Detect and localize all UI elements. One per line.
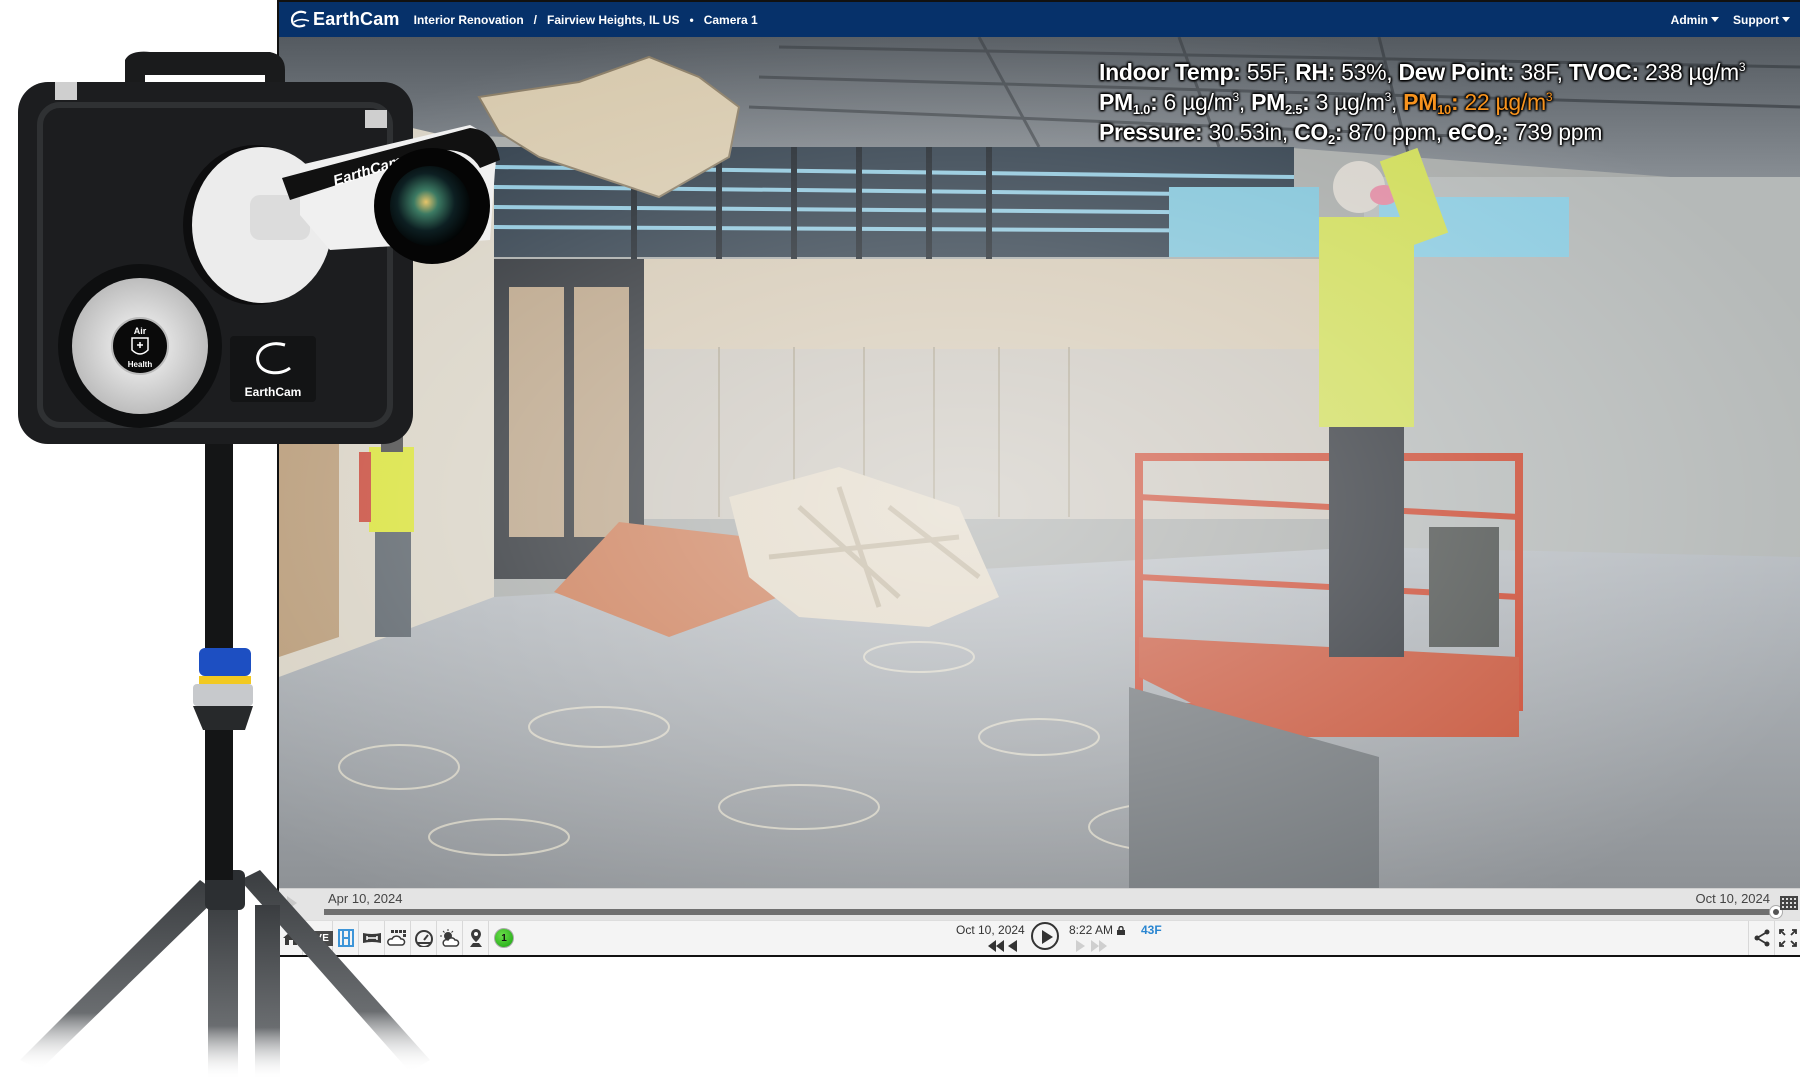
tvoc-value: 238 µg/m bbox=[1638, 59, 1739, 85]
map-pin-icon bbox=[469, 929, 482, 947]
share-icon bbox=[1754, 929, 1769, 947]
air-quality-overlay: Indoor Temp: 55F, RH: 53%, Dew Point: 38… bbox=[1099, 57, 1746, 147]
timeline-end-date: Oct 10, 2024 bbox=[1695, 891, 1770, 906]
tvoc-unit-exponent: 3 bbox=[1738, 60, 1746, 74]
current-time: 8:22 AM bbox=[1069, 923, 1126, 937]
caret-down-icon bbox=[1782, 17, 1790, 22]
pm10-warning-reading: PM10: 22 µg/m3 bbox=[1403, 89, 1553, 117]
panorama-button[interactable] bbox=[359, 921, 385, 955]
current-time-text: 8:22 AM bbox=[1069, 923, 1114, 937]
overlay-line-gases: Pressure: 30.53in, CO2: 870 ppm, eCO2: 7… bbox=[1099, 117, 1745, 147]
breadcrumb: Interior Renovation / Fairview Heights, … bbox=[414, 13, 758, 27]
co2-value: 870 ppm, bbox=[1342, 119, 1448, 145]
calendar-grid-icon[interactable] bbox=[1780, 896, 1798, 910]
dew-point-value: 38F, bbox=[1514, 59, 1569, 85]
dew-point-label: Dew Point: bbox=[1398, 59, 1515, 85]
fast-rewind-icon[interactable] bbox=[988, 940, 1004, 952]
share-button[interactable] bbox=[1748, 921, 1774, 955]
view-mode-toolbar: LIVE 1 bbox=[279, 921, 519, 955]
fullscreen-button[interactable] bbox=[1774, 921, 1800, 955]
air-health-sensor: Air Health bbox=[58, 264, 222, 428]
camera-viewer-window: EarthCam Interior Renovation / Fairview … bbox=[277, 0, 1800, 957]
admin-menu-label: Admin bbox=[1670, 12, 1708, 27]
home-icon bbox=[282, 931, 299, 945]
admin-menu[interactable]: Admin bbox=[1671, 13, 1719, 27]
eco2-label: eCO2: bbox=[1447, 119, 1509, 147]
film-strip-icon bbox=[337, 929, 354, 947]
camera-count-badge: 1 bbox=[494, 928, 514, 948]
breadcrumb-camera[interactable]: Camera 1 bbox=[704, 13, 758, 27]
step-forward-icon[interactable] bbox=[1076, 940, 1085, 952]
breadcrumb-project[interactable]: Interior Renovation bbox=[414, 13, 524, 27]
pm25-label: PM2.5: bbox=[1251, 89, 1310, 117]
earthcam-logo[interactable]: EarthCam bbox=[289, 9, 400, 30]
construction-site-image bbox=[279, 37, 1800, 888]
top-navigation-bar: EarthCam Interior Renovation / Fairview … bbox=[279, 0, 1800, 37]
breadcrumb-separator: • bbox=[689, 12, 694, 27]
co2-label: CO2: bbox=[1294, 119, 1343, 147]
pm10-unit-exponent: 3 bbox=[1545, 90, 1553, 104]
sensor-label-top: Air bbox=[134, 326, 147, 336]
tvoc-label: TVOC: bbox=[1568, 59, 1639, 85]
fast-forward-icon[interactable] bbox=[1091, 940, 1107, 952]
play-button[interactable] bbox=[1031, 922, 1059, 950]
indoor-temp-value: 55F, bbox=[1240, 59, 1296, 85]
eco2-value: 739 ppm bbox=[1508, 119, 1603, 145]
temperature-reading: 43F bbox=[1141, 923, 1162, 937]
lock-icon bbox=[1117, 925, 1126, 935]
pressure-label: Pressure: bbox=[1099, 119, 1203, 145]
fullscreen-icon bbox=[1778, 929, 1797, 947]
timeline-bar: Apr 10, 2024 Oct 10, 2024 bbox=[279, 888, 1800, 921]
shield-plus-icon bbox=[131, 337, 149, 355]
rh-value: 53%, bbox=[1335, 59, 1399, 85]
support-menu[interactable]: Support bbox=[1733, 13, 1790, 27]
camera-selector-button[interactable]: 1 bbox=[489, 921, 519, 955]
brand-name: EarthCam bbox=[313, 9, 400, 29]
live-button[interactable]: LIVE bbox=[301, 921, 334, 955]
camera-live-view[interactable]: Indoor Temp: 55F, RH: 53%, Dew Point: 38… bbox=[279, 37, 1800, 888]
sun-cloud-icon bbox=[439, 929, 459, 947]
timeline-play-icon[interactable] bbox=[287, 896, 297, 910]
home-button[interactable] bbox=[279, 921, 303, 955]
calendar-cloud-icon bbox=[386, 930, 406, 946]
weather-calendar-button[interactable] bbox=[385, 921, 411, 955]
pressure-value: 30.53in, bbox=[1202, 119, 1295, 145]
earthcam-swoosh-icon bbox=[290, 10, 310, 27]
breadcrumb-separator: / bbox=[533, 12, 537, 27]
pm10-label: PM10: bbox=[1403, 89, 1459, 117]
overlay-line-environment: Indoor Temp: 55F, RH: 53%, Dew Point: 38… bbox=[1099, 57, 1746, 87]
breadcrumb-location[interactable]: Fairview Heights, IL US bbox=[547, 13, 679, 27]
timeline-track[interactable] bbox=[324, 909, 1776, 915]
rh-label: RH: bbox=[1295, 59, 1336, 85]
panorama-icon bbox=[362, 933, 381, 943]
live-label: LIVE bbox=[301, 930, 334, 946]
step-back-icon[interactable] bbox=[1008, 940, 1017, 952]
sensor-label-bottom: Health bbox=[128, 360, 153, 369]
pm1-value: 6 µg/m bbox=[1157, 89, 1233, 115]
view-actions bbox=[1748, 921, 1800, 955]
dashboard-button[interactable] bbox=[411, 921, 437, 955]
gauge-icon bbox=[414, 930, 433, 947]
weather-button[interactable] bbox=[437, 921, 463, 955]
top-nav-menu: Admin Support bbox=[1657, 13, 1790, 27]
overlay-line-particulates: PM1.0: 6 µg/m3, PM2.5: 3 µg/m3, PM10: 22… bbox=[1099, 89, 1553, 117]
timeline-start-date: Apr 10, 2024 bbox=[328, 891, 403, 906]
map-button[interactable] bbox=[463, 921, 489, 955]
playback-controls-bar: LIVE 1 Oct 10, 2024 8:22 AM 43F bbox=[279, 920, 1800, 955]
film-button[interactable] bbox=[333, 921, 359, 955]
playback-center: Oct 10, 2024 8:22 AM 43F bbox=[956, 921, 1216, 955]
current-date: Oct 10, 2024 bbox=[956, 923, 1025, 937]
indoor-temp-label: Indoor Temp: bbox=[1099, 59, 1241, 85]
support-menu-label: Support bbox=[1733, 12, 1779, 27]
pm1-label: PM1.0: bbox=[1099, 89, 1158, 117]
pm25-value: 3 µg/m bbox=[1309, 89, 1385, 115]
caret-down-icon bbox=[1711, 17, 1719, 22]
pm10-value: 22 µg/m bbox=[1458, 89, 1546, 115]
